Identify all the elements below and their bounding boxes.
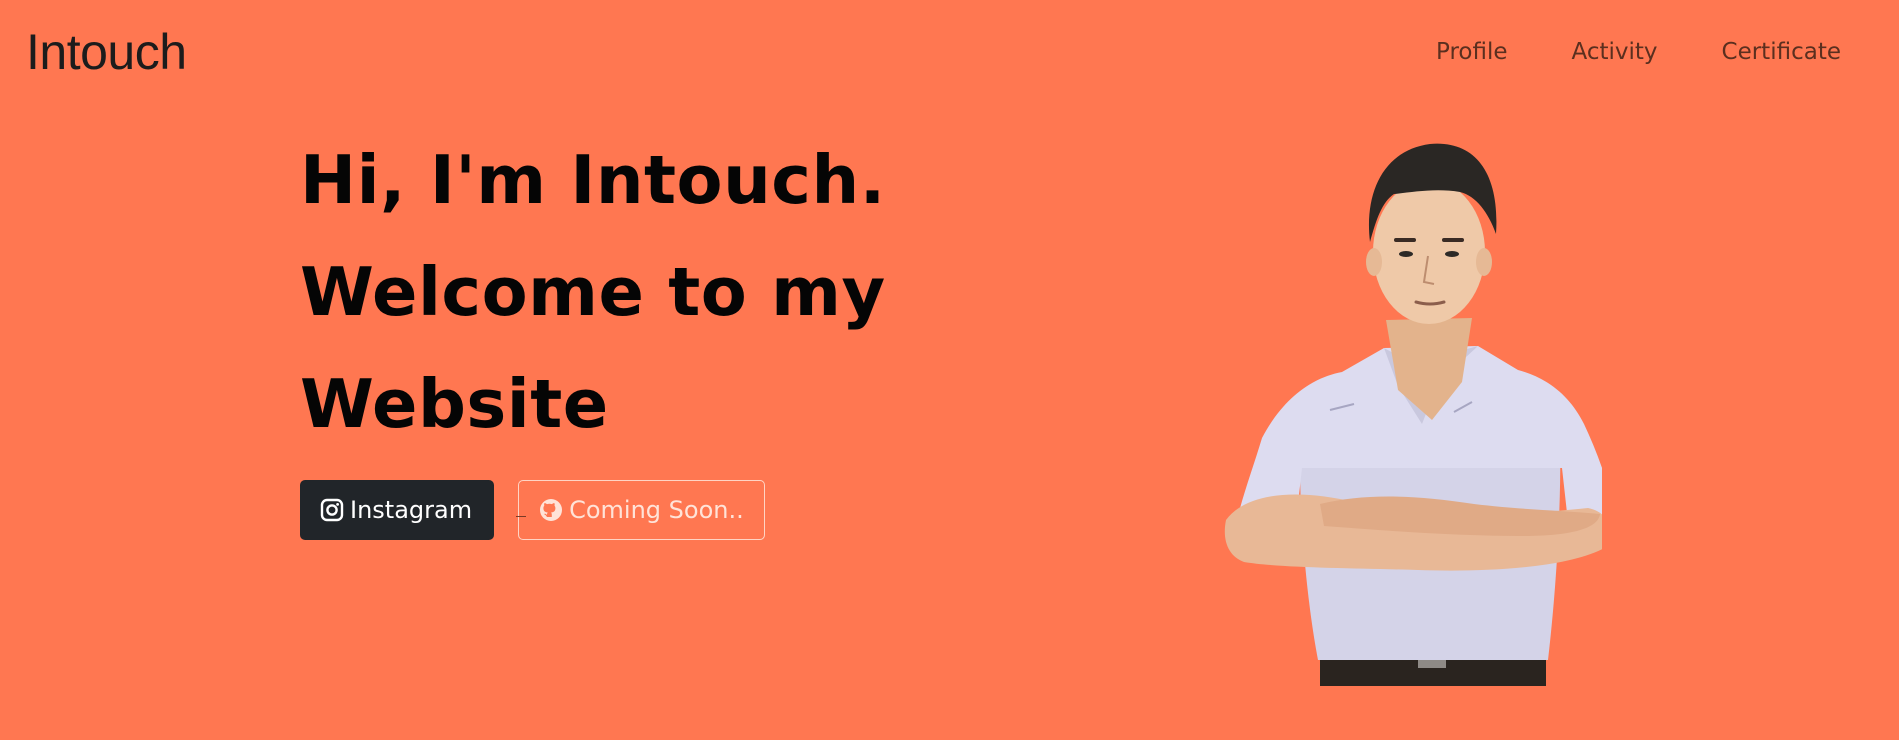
nav-profile[interactable]: Profile bbox=[1436, 34, 1508, 70]
instagram-button[interactable]: Instagram bbox=[300, 480, 495, 540]
instagram-icon bbox=[320, 498, 344, 522]
site-brand[interactable]: Intouch bbox=[26, 20, 187, 84]
nav-activity[interactable]: Activity bbox=[1572, 34, 1658, 70]
main-nav: Profile Activity Certificate bbox=[1436, 34, 1841, 70]
github-button[interactable]: Coming Soon.. bbox=[518, 480, 765, 540]
hero-heading-line-3: Website bbox=[300, 365, 609, 443]
nav-certificate[interactable]: Certificate bbox=[1722, 34, 1841, 70]
github-icon bbox=[539, 498, 563, 522]
button-divider bbox=[516, 516, 526, 517]
hero-actions: Instagram Coming Soon.. bbox=[300, 480, 765, 540]
hero-heading: Hi, I'm Intouch. Welcome to my Website bbox=[300, 124, 920, 460]
profile-photo bbox=[1224, 143, 1602, 686]
github-button-label: Coming Soon.. bbox=[569, 496, 744, 524]
hero-heading-line-1: Hi, I'm Intouch. bbox=[300, 141, 886, 219]
instagram-button-label: Instagram bbox=[350, 496, 473, 524]
hero-heading-line-2: Welcome to my bbox=[300, 253, 886, 331]
